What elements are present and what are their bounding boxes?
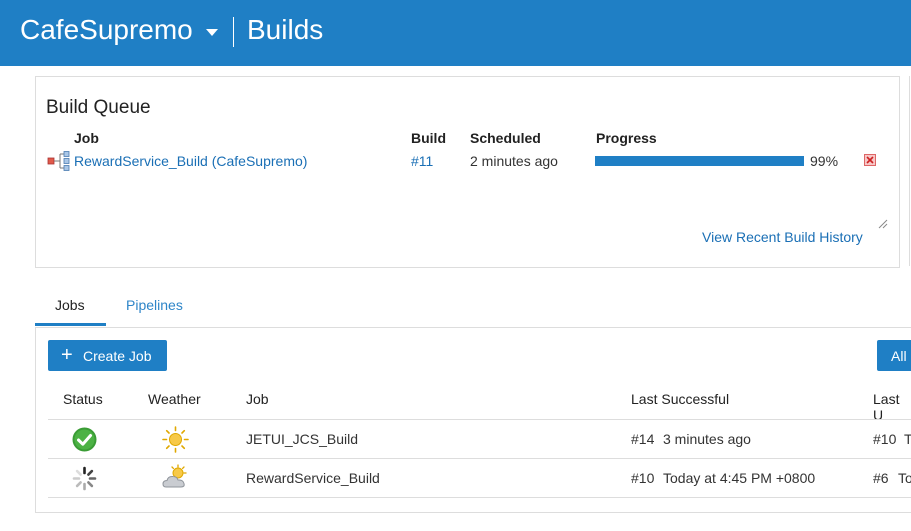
table-header-last-successful[interactable]: Last Successful [631,391,729,407]
table-header-status[interactable]: Status [63,391,103,407]
table-divider [48,419,911,420]
create-job-label: Create Job [83,348,152,364]
job-link[interactable]: JETUI_JCS_Build [246,431,358,447]
queue-progress-percent: 99% [810,153,839,169]
job-link[interactable]: RewardService_Build [246,470,380,486]
project-dropdown-chevron-icon[interactable] [206,29,218,36]
queue-header-progress: Progress [596,130,657,146]
page-title: Builds [247,14,324,45]
project-name[interactable]: CafeSupremo [20,14,193,46]
cancel-build-icon[interactable] [864,154,876,166]
queue-progress-bar [595,156,804,166]
plus-icon: + [61,344,73,366]
view-build-history-link[interactable]: View Recent Build History [702,229,863,245]
partly-cloudy-icon [162,464,187,488]
all-filter-button[interactable]: All [877,340,911,371]
queue-job-link[interactable]: RewardService_Build [74,153,208,169]
last-success-build-link[interactable]: #10 [631,470,654,486]
job-tree-icon [47,151,70,171]
tab-jobs[interactable]: Jobs [55,297,85,313]
queue-header-scheduled: Scheduled [470,130,541,146]
last-success-time: 3 minutes ago [663,431,751,447]
running-spinner-icon [72,466,97,491]
last-success-time: Today at 4:45 PM +0800 [663,470,816,486]
resize-grip-icon[interactable] [878,219,888,229]
last-failure-build-link[interactable]: #6 [873,470,889,486]
table-header-weather[interactable]: Weather [148,391,201,407]
queue-scheduled-time: 2 minutes ago [470,153,558,169]
top-bar: CafeSupremo Builds [0,0,911,66]
queue-project-link[interactable]: (CafeSupremo) [212,153,308,169]
queue-header-build: Build [411,130,446,146]
all-filter-label: All [891,348,907,364]
create-job-button[interactable]: + Create Job [48,340,167,371]
last-failure-time: T [904,431,911,447]
build-queue-panel: Build Queue Job Build Scheduled Progress… [35,76,900,268]
queue-job-cell: RewardService_Build (CafeSupremo) [74,153,307,169]
sunny-icon [162,426,189,453]
view-tabs: Jobs Pipelines [35,292,911,328]
header-divider [233,17,234,47]
table-divider [48,497,911,498]
table-header-job[interactable]: Job [246,391,269,407]
last-failure-time: To [898,470,911,486]
last-success-build-link[interactable]: #14 [631,431,654,447]
success-check-icon [72,427,97,452]
table-divider [48,458,911,459]
last-failure-build-link[interactable]: #10 [873,431,896,447]
build-queue-title: Build Queue [46,97,151,118]
queue-build-link[interactable]: #11 [411,153,433,169]
tab-pipelines[interactable]: Pipelines [126,297,183,313]
queue-header-job: Job [74,130,99,146]
active-tab-indicator [35,323,106,326]
